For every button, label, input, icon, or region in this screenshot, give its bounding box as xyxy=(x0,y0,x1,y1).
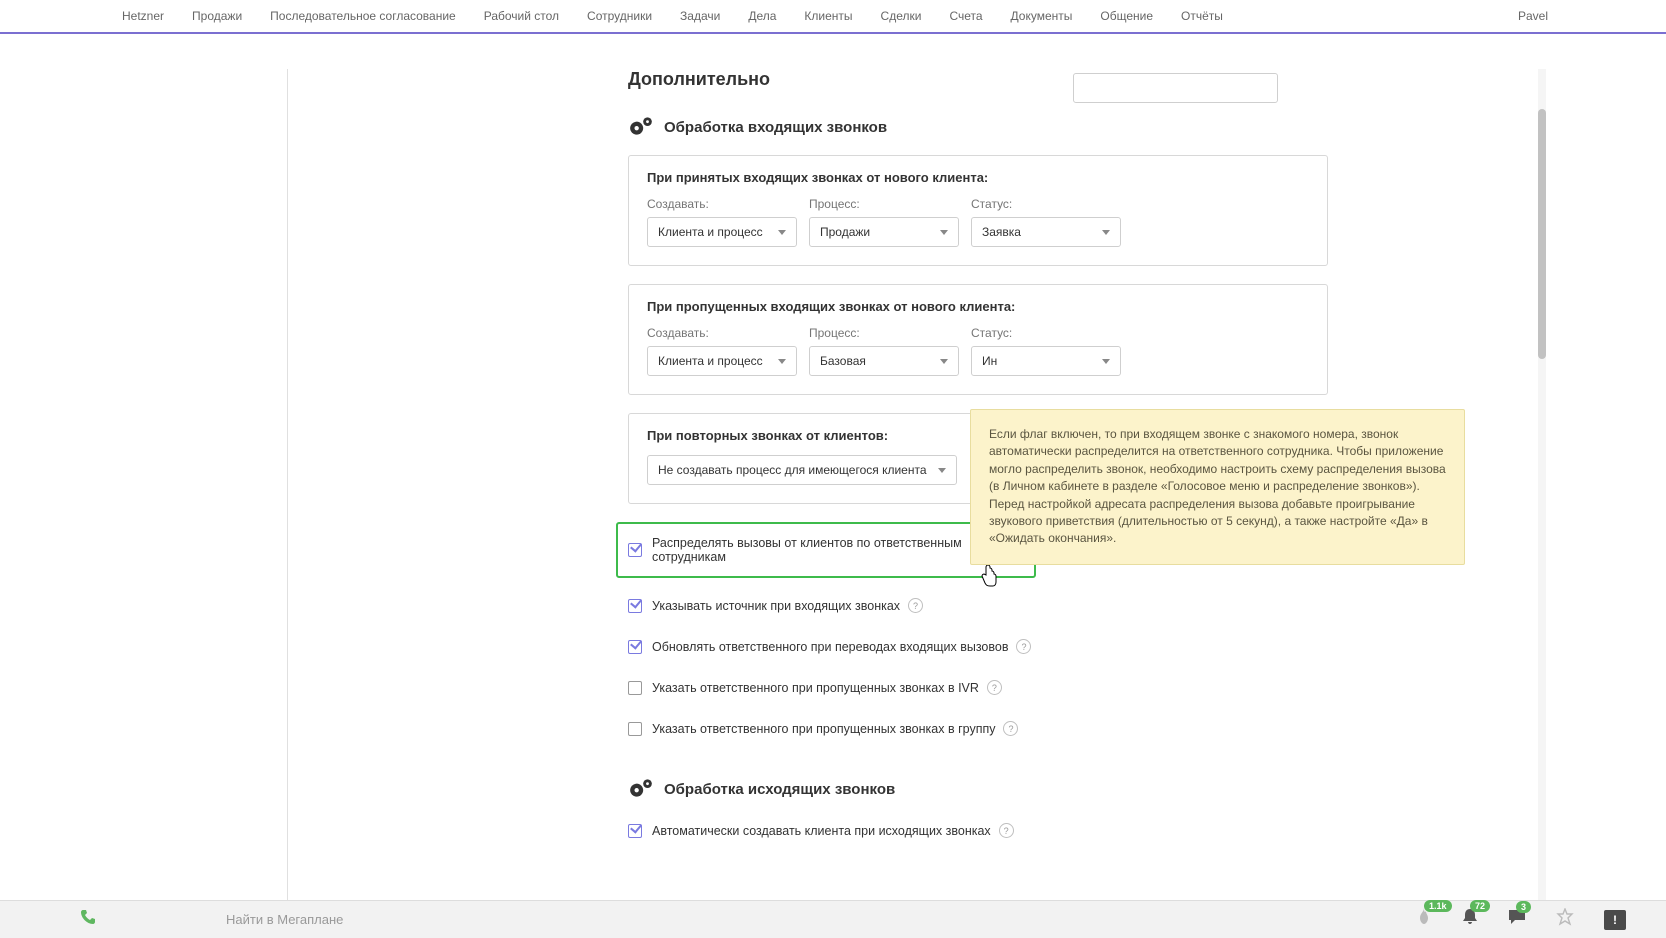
exclamation-icon: ! xyxy=(1613,913,1617,927)
nav-deals[interactable]: Сделки xyxy=(867,9,936,23)
scrollbar-thumb[interactable] xyxy=(1538,109,1546,359)
check-ivr-label: Указать ответственного при пропущенных з… xyxy=(652,681,979,695)
top-navigation-bar: Hetzner Продажи Последовательное согласо… xyxy=(0,0,1666,34)
check-distribute-calls[interactable] xyxy=(628,543,642,557)
check-source-row: Указывать источник при входящих звонках … xyxy=(628,592,1328,619)
messages-indicator[interactable]: 3 xyxy=(1508,909,1526,930)
check-auto-create-outgoing[interactable] xyxy=(628,824,642,838)
current-user[interactable]: Pavel xyxy=(1508,9,1558,23)
nav-desktop[interactable]: Рабочий стол xyxy=(470,9,573,23)
phone-icon[interactable] xyxy=(80,909,96,930)
check-source[interactable] xyxy=(628,599,642,613)
check-distribute-calls-label: Распределять вызовы от клиентов по ответ… xyxy=(652,536,1002,564)
help-auto-create-outgoing[interactable]: ? xyxy=(999,823,1014,838)
check-source-label: Указывать источник при входящих звонках xyxy=(652,599,900,613)
check-update-responsible-label: Обновлять ответственного при переводах в… xyxy=(652,640,1008,654)
label-process: Процесс: xyxy=(809,197,959,211)
nav-employees[interactable]: Сотрудники xyxy=(573,9,666,23)
star-icon[interactable] xyxy=(1556,908,1574,931)
select-create-missed[interactable]: Клиента и процесс xyxy=(647,346,797,376)
page-body: Дополнительно Обработка входящих звонков… xyxy=(0,34,1666,900)
nav-reports[interactable]: Отчёты xyxy=(1167,9,1237,23)
label-create-missed: Создавать: xyxy=(647,326,797,340)
messages-badge: 3 xyxy=(1516,901,1531,913)
notifications-badge: 72 xyxy=(1470,900,1490,912)
select-repeat-option[interactable]: Не создавать процесс для имеющегося клие… xyxy=(647,455,957,485)
panel-accepted-incoming: При принятых входящих звонках от нового … xyxy=(628,155,1328,266)
check-ivr[interactable] xyxy=(628,681,642,695)
label-create: Создавать: xyxy=(647,197,797,211)
help-group[interactable]: ? xyxy=(1003,721,1018,736)
incoming-calls-heading-row: Обработка входящих звонков xyxy=(628,115,1328,140)
label-status-missed: Статус: xyxy=(971,326,1121,340)
search-input[interactable]: Найти в Мегаплане xyxy=(226,912,343,927)
nav-documents[interactable]: Документы xyxy=(997,9,1087,23)
activity-badge: 1.1k xyxy=(1424,900,1452,912)
check-group[interactable] xyxy=(628,722,642,736)
panel-missed-title: При пропущенных входящих звонках от ново… xyxy=(647,299,1309,314)
gear-icon xyxy=(628,777,664,802)
nav-communication[interactable]: Общение xyxy=(1086,9,1167,23)
left-rail-divider xyxy=(268,69,288,900)
nav-affairs[interactable]: Дела xyxy=(734,9,790,23)
check-auto-create-outgoing-label: Автоматически создавать клиента при исхо… xyxy=(652,824,991,838)
check-group-row: Указать ответственного при пропущенных з… xyxy=(628,715,1328,742)
alert-button[interactable]: ! xyxy=(1604,910,1626,930)
top-right-input[interactable] xyxy=(1073,73,1278,103)
help-update-responsible[interactable]: ? xyxy=(1016,639,1031,654)
nav-sales[interactable]: Продажи xyxy=(178,9,256,23)
panel-accepted-title: При принятых входящих звонках от нового … xyxy=(647,170,1309,185)
help-source[interactable]: ? xyxy=(908,598,923,613)
nav-clients[interactable]: Клиенты xyxy=(790,9,866,23)
activity-indicator[interactable]: 1.1k xyxy=(1416,908,1432,931)
outgoing-calls-heading-row: Обработка исходящих звонков xyxy=(628,777,1328,802)
cursor-icon xyxy=(980,565,998,592)
nav-tasks[interactable]: Задачи xyxy=(666,9,734,23)
scrollbar-track[interactable] xyxy=(1538,69,1546,900)
label-process-missed: Процесс: xyxy=(809,326,959,340)
panel-missed-incoming: При пропущенных входящих звонках от ново… xyxy=(628,284,1328,395)
outgoing-calls-heading: Обработка исходящих звонков xyxy=(664,781,895,798)
select-process-accepted[interactable]: Продажи xyxy=(809,217,959,247)
nav-approval[interactable]: Последовательное согласование xyxy=(256,9,470,23)
nav-invoices[interactable]: Счета xyxy=(935,9,996,23)
check-update-responsible[interactable] xyxy=(628,640,642,654)
nav-hetzner[interactable]: Hetzner xyxy=(108,9,178,23)
check-ivr-row: Указать ответственного при пропущенных з… xyxy=(628,674,1328,701)
help-ivr[interactable]: ? xyxy=(987,680,1002,695)
check-auto-create-outgoing-row: Автоматически создавать клиента при исхо… xyxy=(628,817,1328,844)
select-create-accepted[interactable]: Клиента и процесс xyxy=(647,217,797,247)
label-status: Статус: xyxy=(971,197,1121,211)
bottom-bar: Найти в Мегаплане 1.1k 72 3 ! xyxy=(0,900,1666,938)
check-update-responsible-row: Обновлять ответственного при переводах в… xyxy=(628,633,1328,660)
tooltip-distribute-calls: Если флаг включен, то при входящем звонк… xyxy=(970,409,1465,565)
gear-icon xyxy=(628,115,664,140)
select-process-missed[interactable]: Базовая xyxy=(809,346,959,376)
check-group-label: Указать ответственного при пропущенных з… xyxy=(652,722,995,736)
select-status-accepted[interactable]: Заявка xyxy=(971,217,1121,247)
incoming-calls-heading: Обработка входящих звонков xyxy=(664,119,887,136)
notifications-indicator[interactable]: 72 xyxy=(1462,908,1478,931)
select-status-missed[interactable]: Ин xyxy=(971,346,1121,376)
